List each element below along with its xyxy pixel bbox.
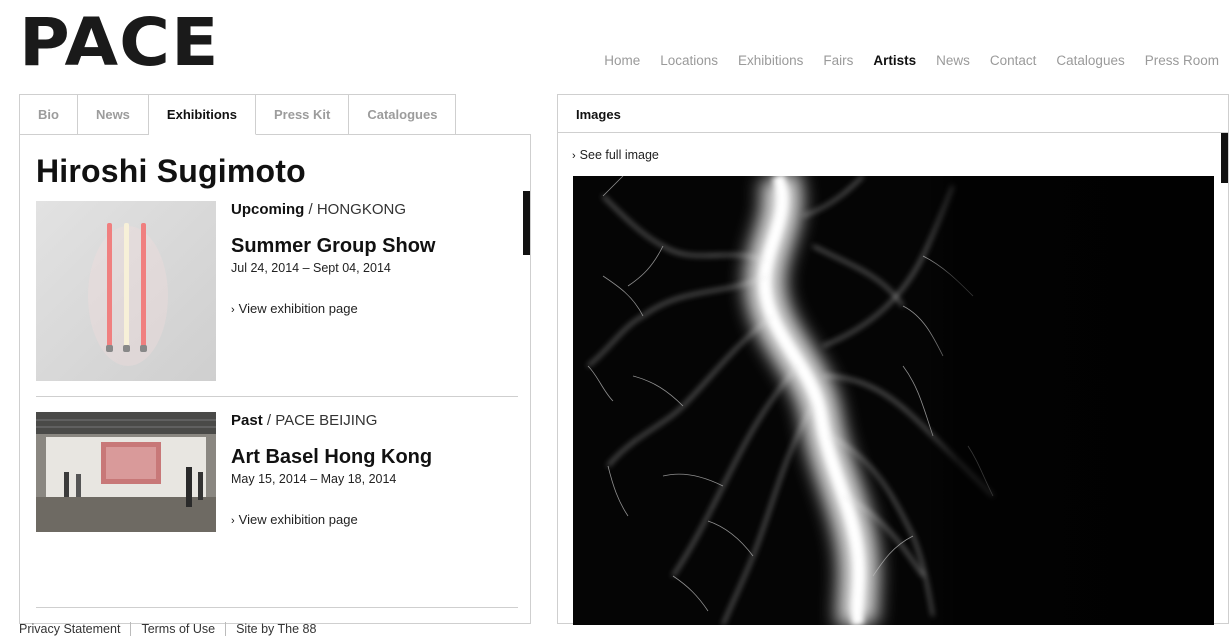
artist-panel: Bio News Exhibitions Press Kit Catalogue… [19,94,531,624]
exhibition-item: Upcoming / HONGKONG Summer Group Show Ju… [36,201,518,397]
chevron-right-icon: › [572,150,576,162]
exhibition-status: Past / PACE BEIJING [231,412,378,429]
nav-press-room[interactable]: Press Room [1145,53,1219,68]
artist-name: Hiroshi Sugimoto [36,153,306,189]
nav-news[interactable]: News [936,53,970,68]
privacy-statement-link[interactable]: Privacy Statement [19,622,130,636]
see-full-image-link[interactable]: › See full image [572,148,659,162]
exhibition-status: Upcoming / HONGKONG [231,201,407,218]
exhibition-item: Past / PACE BEIJING Art Basel Hong Kong … [36,412,518,608]
chevron-right-icon: › [231,515,235,527]
tab-catalogues[interactable]: Catalogues [349,94,457,135]
divider [36,607,518,608]
exhibitions-content: Hiroshi Sugimoto Upcoming / HONGKONG Sum… [19,134,531,624]
nav-exhibitions[interactable]: Exhibitions [738,53,803,68]
lightning-fields-image[interactable] [573,176,1214,625]
view-exhibition-link[interactable]: › View exhibition page [231,301,358,316]
nav-home[interactable]: Home [604,53,640,68]
images-title: Images [576,107,621,122]
nav-locations[interactable]: Locations [660,53,718,68]
exhibition-dates: May 15, 2014 – May 18, 2014 [231,472,397,486]
nav-catalogues[interactable]: Catalogues [1056,53,1124,68]
images-header: Images [558,95,1228,133]
view-exhibition-link[interactable]: › View exhibition page [231,512,358,527]
nav-artists[interactable]: Artists [873,53,916,68]
divider [36,396,518,397]
tab-exhibitions[interactable]: Exhibitions [148,94,256,135]
tab-bio[interactable]: Bio [19,94,78,135]
images-panel: Images › See full image [557,94,1229,625]
footer: Privacy Statement Terms of Use Site by T… [19,622,326,636]
tab-news[interactable]: News [77,94,149,135]
exhibition-thumbnail[interactable] [36,412,216,532]
tab-press-kit[interactable]: Press Kit [255,94,350,135]
exhibition-dates: Jul 24, 2014 – Sept 04, 2014 [231,261,391,275]
nav-fairs[interactable]: Fairs [823,53,853,68]
exhibition-thumbnail[interactable] [36,201,216,381]
scrollbar-thumb[interactable] [523,191,530,255]
artist-tabs: Bio News Exhibitions Press Kit Catalogue… [19,94,457,135]
scrollbar-thumb[interactable] [1221,133,1228,183]
site-credit-link[interactable]: Site by The 88 [225,622,326,636]
nav-contact[interactable]: Contact [990,53,1037,68]
terms-of-use-link[interactable]: Terms of Use [130,622,225,636]
exhibition-title[interactable]: Summer Group Show [231,235,435,258]
main-navigation: Home Locations Exhibitions Fairs Artists… [604,53,1219,68]
exhibition-title[interactable]: Art Basel Hong Kong [231,446,432,469]
pace-logo[interactable]: PACE [19,10,219,76]
chevron-right-icon: › [231,304,235,316]
